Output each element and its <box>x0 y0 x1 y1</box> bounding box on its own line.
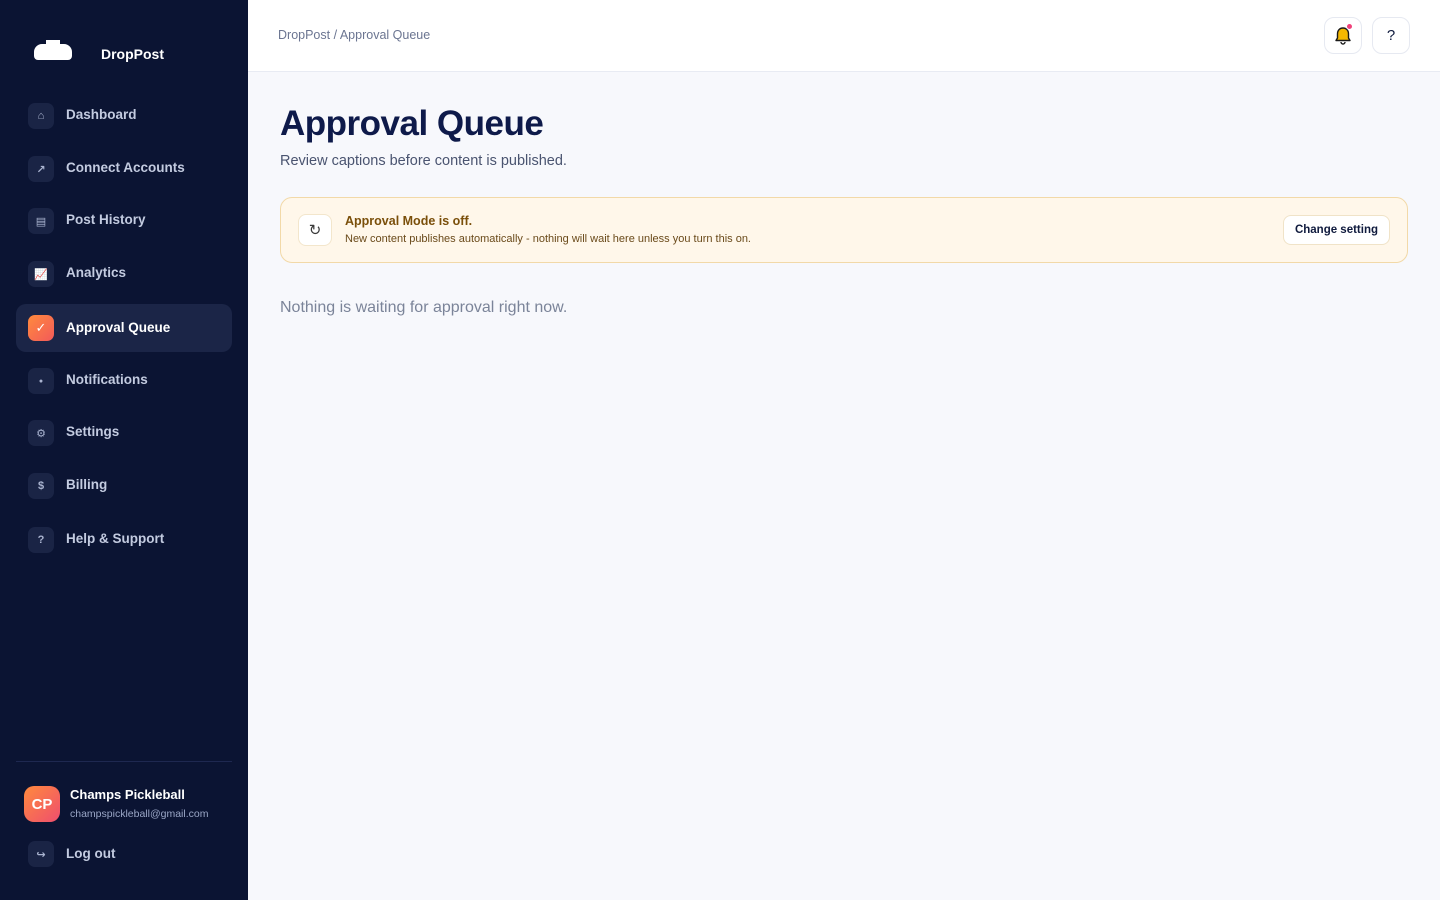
check-icon: ✓ <box>28 315 54 341</box>
change-setting-button[interactable]: Change setting <box>1282 215 1390 245</box>
empty-state-message: Nothing is waiting for approval right no… <box>280 299 568 316</box>
page-subtitle: Review captions before content is publis… <box>280 153 567 169</box>
sidebar-item-dashboard[interactable]: ⌂ Dashboard <box>16 93 232 139</box>
sidebar-item-label: Approval Queue <box>66 320 171 335</box>
sidebar-item-label: Analytics <box>66 265 127 280</box>
sidebar-item-notifications[interactable]: ● Notifications <box>16 358 232 404</box>
sidebar-item-label: Help & Support <box>66 531 165 546</box>
help-button[interactable]: ? <box>1372 17 1410 54</box>
top-bar: DropPost / Approval Queue ? <box>248 0 1440 72</box>
logout-label: Log out <box>66 846 116 861</box>
sidebar-item-connect-accounts[interactable]: ↗ Connect Accounts <box>16 146 232 192</box>
question-icon: ? <box>28 527 54 553</box>
breadcrumb: DropPost / Approval Queue <box>278 28 431 42</box>
notification-badge <box>1346 23 1353 30</box>
home-icon: ⌂ <box>28 103 54 129</box>
banner-text: New content publishes automatically - no… <box>345 233 751 245</box>
question-icon: ? <box>1386 27 1396 44</box>
sidebar-divider <box>16 761 232 762</box>
approval-mode-banner: ↻ Approval Mode is off. New content publ… <box>280 197 1408 263</box>
user-email: champspickleball@gmail.com <box>70 808 209 820</box>
sidebar-item-label: Notifications <box>66 372 148 387</box>
sidebar-item-label: Billing <box>66 477 108 492</box>
brand[interactable]: DropPost <box>32 36 232 68</box>
logout-icon: ↪ <box>28 841 54 867</box>
dollar-icon: $ <box>28 473 54 499</box>
sidebar-item-analytics[interactable]: 📈 Analytics <box>16 251 232 297</box>
refresh-icon: ↻ <box>298 214 332 246</box>
sidebar-item-billing[interactable]: $ Billing <box>16 463 232 509</box>
page-title: Approval Queue <box>280 104 544 143</box>
sidebar-item-label: Post History <box>66 212 146 227</box>
sidebar-item-post-history[interactable]: ▤ Post History <box>16 198 232 244</box>
sidebar-item-label: Dashboard <box>66 107 137 122</box>
sidebar-item-label: Settings <box>66 424 120 439</box>
gear-icon: ⚙ <box>28 420 54 446</box>
notifications-button[interactable] <box>1324 17 1362 54</box>
sidebar-item-settings[interactable]: ⚙ Settings <box>16 410 232 456</box>
sidebar: DropPost ⌂ Dashboard ↗ Connect Accounts … <box>0 0 248 900</box>
arrow-icon: ↗ <box>28 156 54 182</box>
brand-name: DropPost <box>101 46 164 62</box>
sidebar-item-label: Connect Accounts <box>66 160 185 175</box>
avatar[interactable]: CP <box>24 786 60 822</box>
chart-icon: 📈 <box>28 261 54 287</box>
user-name: Champs Pickleball <box>70 787 185 802</box>
banner-title: Approval Mode is off. <box>345 214 473 228</box>
dot-icon: ● <box>28 368 54 394</box>
cloud-icon <box>34 40 72 60</box>
sidebar-item-help-support[interactable]: ? Help & Support <box>16 517 232 563</box>
list-icon: ▤ <box>28 208 54 234</box>
sidebar-item-approval-queue[interactable]: ✓ Approval Queue <box>16 304 232 352</box>
logout-button[interactable]: ↪ Log out <box>16 832 232 876</box>
